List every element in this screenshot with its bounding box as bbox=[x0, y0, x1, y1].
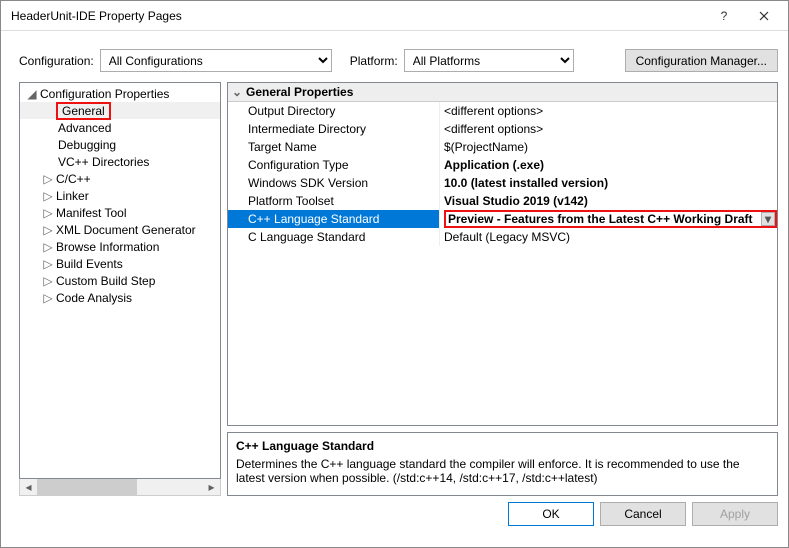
property-row[interactable]: C Language StandardDefault (Legacy MSVC) bbox=[228, 228, 777, 246]
close-icon bbox=[759, 11, 769, 21]
scroll-thumb[interactable] bbox=[37, 479, 137, 495]
description-panel: C++ Language Standard Determines the C++… bbox=[227, 432, 778, 496]
tree-item-custom-build-step[interactable]: ▷Custom Build Step bbox=[20, 272, 220, 289]
dropdown-icon[interactable]: ▾ bbox=[761, 212, 775, 226]
property-name: Intermediate Directory bbox=[228, 120, 440, 138]
property-value[interactable]: Visual Studio 2019 (v142) bbox=[440, 192, 777, 210]
chevron-right-icon: ▷ bbox=[42, 257, 54, 271]
property-row[interactable]: Intermediate Directory<different options… bbox=[228, 120, 777, 138]
window-title: HeaderUnit-IDE Property Pages bbox=[11, 9, 704, 23]
dialog-buttons: OK Cancel Apply bbox=[1, 502, 788, 536]
cancel-button[interactable]: Cancel bbox=[600, 502, 686, 526]
property-value[interactable]: Default (Legacy MSVC) bbox=[440, 228, 777, 246]
config-label: Configuration: bbox=[19, 54, 94, 68]
titlebar: HeaderUnit-IDE Property Pages ? bbox=[1, 1, 788, 31]
tree-item-c-c-[interactable]: ▷C/C++ bbox=[20, 170, 220, 187]
property-name: Platform Toolset bbox=[228, 192, 440, 210]
close-button[interactable] bbox=[744, 2, 784, 30]
description-title: C++ Language Standard bbox=[236, 439, 769, 453]
chevron-right-icon: ▷ bbox=[42, 223, 54, 237]
property-row[interactable]: Windows SDK Version10.0 (latest installe… bbox=[228, 174, 777, 192]
property-value[interactable]: Application (.exe) bbox=[440, 156, 777, 174]
tree-item-linker[interactable]: ▷Linker bbox=[20, 187, 220, 204]
tree-item-advanced[interactable]: Advanced bbox=[20, 119, 220, 136]
grid-group-header[interactable]: ⌄ General Properties bbox=[228, 83, 777, 102]
config-toolbar: Configuration: All Configurations Platfo… bbox=[1, 31, 788, 82]
property-row[interactable]: Output Directory<different options> bbox=[228, 102, 777, 120]
description-body: Determines the C++ language standard the… bbox=[236, 457, 769, 485]
nav-tree[interactable]: ◢Configuration PropertiesGeneralAdvanced… bbox=[19, 82, 221, 479]
chevron-right-icon: ▷ bbox=[42, 172, 54, 186]
chevron-down-icon: ⌄ bbox=[232, 85, 246, 99]
property-row[interactable]: Platform ToolsetVisual Studio 2019 (v142… bbox=[228, 192, 777, 210]
tree-item-build-events[interactable]: ▷Build Events bbox=[20, 255, 220, 272]
chevron-right-icon: ▷ bbox=[42, 291, 54, 305]
ok-button[interactable]: OK bbox=[508, 502, 594, 526]
property-name: C Language Standard bbox=[228, 228, 440, 246]
tree-item-browse-information[interactable]: ▷Browse Information bbox=[20, 238, 220, 255]
property-value[interactable]: Preview - Features from the Latest C++ W… bbox=[440, 210, 777, 228]
property-row[interactable]: C++ Language StandardPreview - Features … bbox=[228, 210, 777, 228]
chevron-right-icon: ▷ bbox=[42, 189, 54, 203]
property-value[interactable]: 10.0 (latest installed version) bbox=[440, 174, 777, 192]
chevron-right-icon: ▷ bbox=[42, 274, 54, 288]
tree-item-debugging[interactable]: Debugging bbox=[20, 136, 220, 153]
tree-hscrollbar[interactable]: ◂ ▸ bbox=[19, 479, 221, 496]
chevron-down-icon: ◢ bbox=[26, 87, 38, 101]
platform-label: Platform: bbox=[350, 54, 398, 68]
property-value[interactable]: $(ProjectName) bbox=[440, 138, 777, 156]
tree-item-vc-directories[interactable]: VC++ Directories bbox=[20, 153, 220, 170]
tree-item-general[interactable]: General bbox=[20, 102, 220, 119]
config-combo[interactable]: All Configurations bbox=[100, 49, 332, 72]
config-manager-button[interactable]: Configuration Manager... bbox=[625, 49, 778, 72]
tree-item-manifest-tool[interactable]: ▷Manifest Tool bbox=[20, 204, 220, 221]
property-value[interactable]: <different options> bbox=[440, 120, 777, 138]
property-name: Output Directory bbox=[228, 102, 440, 120]
scroll-left-icon[interactable]: ◂ bbox=[20, 479, 37, 495]
chevron-right-icon: ▷ bbox=[42, 240, 54, 254]
property-row[interactable]: Target Name$(ProjectName) bbox=[228, 138, 777, 156]
tree-item-xml-document-generator[interactable]: ▷XML Document Generator bbox=[20, 221, 220, 238]
apply-button[interactable]: Apply bbox=[692, 502, 778, 526]
platform-combo[interactable]: All Platforms bbox=[404, 49, 574, 72]
help-button[interactable]: ? bbox=[704, 2, 744, 30]
scroll-right-icon[interactable]: ▸ bbox=[203, 479, 220, 495]
tree-item-code-analysis[interactable]: ▷Code Analysis bbox=[20, 289, 220, 306]
property-name: Configuration Type bbox=[228, 156, 440, 174]
chevron-right-icon: ▷ bbox=[42, 206, 54, 220]
property-grid: ⌄ General Properties Output Directory<di… bbox=[227, 82, 778, 426]
property-name: Target Name bbox=[228, 138, 440, 156]
property-name: C++ Language Standard bbox=[228, 210, 440, 228]
tree-root[interactable]: ◢Configuration Properties bbox=[20, 85, 220, 102]
property-value[interactable]: <different options> bbox=[440, 102, 777, 120]
property-name: Windows SDK Version bbox=[228, 174, 440, 192]
property-row[interactable]: Configuration TypeApplication (.exe) bbox=[228, 156, 777, 174]
